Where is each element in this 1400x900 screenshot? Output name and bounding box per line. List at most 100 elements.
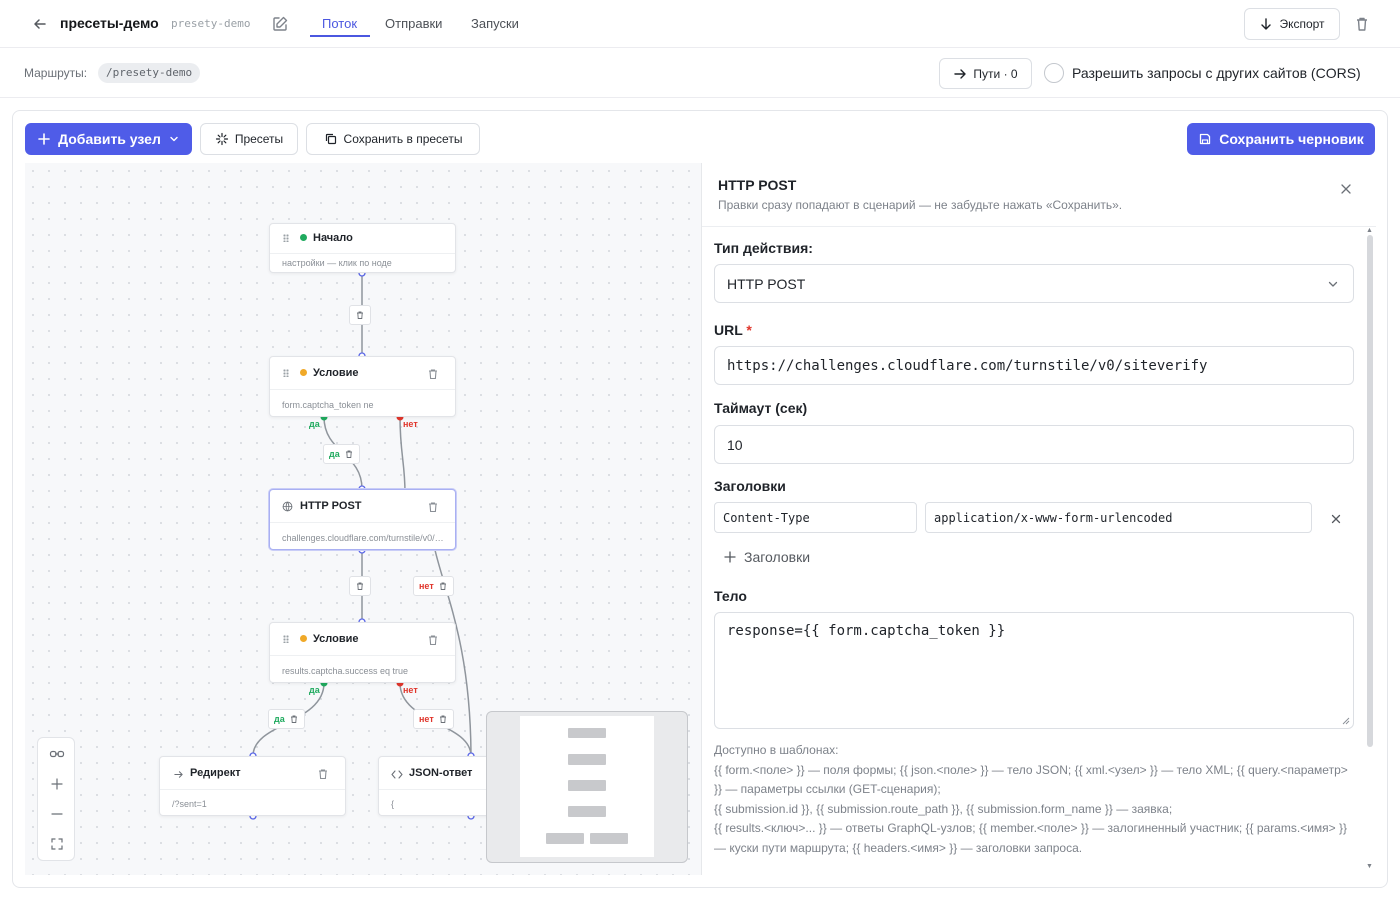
- code-icon: [391, 770, 403, 779]
- node-title: Условие: [313, 633, 359, 645]
- node-title: Начало: [313, 232, 353, 244]
- minimap[interactable]: [486, 711, 688, 863]
- edge-yes-label: да: [329, 449, 340, 459]
- flow-canvas[interactable]: да нет да нет да нет да нет Начало настр…: [25, 163, 701, 875]
- panel-scrollbar[interactable]: [1367, 235, 1373, 747]
- fit-link-icon[interactable]: [47, 744, 67, 764]
- node-subtitle: challenges.cloudflare.com/turnstile/v0/s…: [282, 533, 444, 543]
- route-path-chip[interactable]: /presety-demo: [98, 63, 201, 83]
- node-header: Условие: [270, 623, 455, 656]
- save-draft-button[interactable]: Сохранить черновик: [1187, 123, 1375, 155]
- branch-no-label: нет: [403, 685, 418, 695]
- arrow-down-icon: [1261, 18, 1272, 30]
- scroll-down-icon[interactable]: ▼: [1366, 863, 1373, 870]
- node-trash-icon[interactable]: [426, 633, 440, 647]
- back-arrow-icon[interactable]: [30, 14, 50, 34]
- url-value: https://challenges.cloudflare.com/turnst…: [727, 357, 1208, 374]
- trash-icon: [439, 582, 446, 590]
- flow-node-http-post[interactable]: HTTP POST challenges.cloudflare.com/turn…: [269, 489, 456, 550]
- edge-yes-chip[interactable]: да: [268, 709, 305, 729]
- edge-delete-chip[interactable]: [349, 576, 371, 596]
- url-label: URL *: [714, 322, 752, 338]
- tab-submissions[interactable]: Отправки: [385, 16, 442, 31]
- timeout-input[interactable]: 10: [714, 425, 1354, 464]
- edge-delete-chip[interactable]: [349, 305, 371, 325]
- presets-button[interactable]: Пресеты: [200, 123, 298, 155]
- help-line: {{ submission.id }}, {{ submission.route…: [714, 801, 1173, 816]
- drag-handle-icon[interactable]: [283, 635, 289, 643]
- close-icon[interactable]: [1336, 179, 1356, 199]
- resize-handle-icon[interactable]: [1342, 717, 1350, 725]
- minimap-node: [546, 833, 584, 844]
- url-input[interactable]: https://challenges.cloudflare.com/turnst…: [714, 346, 1354, 385]
- zoom-controls: [37, 737, 75, 861]
- edge-no-label: нет: [419, 581, 434, 591]
- add-header-button[interactable]: Заголовки: [724, 549, 810, 565]
- tab-flow[interactable]: Поток: [322, 16, 357, 31]
- header-value-input[interactable]: application/x-www-form-urlencoded: [925, 502, 1312, 533]
- edit-icon[interactable]: [270, 14, 290, 34]
- cors-checkbox[interactable]: [1044, 63, 1064, 83]
- drag-handle-icon[interactable]: [283, 234, 289, 242]
- action-type-select[interactable]: HTTP POST: [714, 264, 1354, 303]
- zoom-out-icon[interactable]: [47, 804, 67, 824]
- node-trash-icon[interactable]: [426, 500, 440, 514]
- trash-icon: [357, 582, 363, 590]
- minimap-node: [568, 754, 606, 765]
- delete-project-trash-icon[interactable]: [1352, 14, 1372, 34]
- body-label: Тело: [714, 588, 747, 604]
- header-key-input[interactable]: Content-Type: [714, 502, 917, 533]
- cors-label: Разрешить запросы с других сайтов (CORS): [1072, 65, 1361, 81]
- globe-icon: [282, 501, 293, 512]
- node-subtitle: {: [391, 799, 395, 809]
- node-header: Начало: [270, 224, 455, 254]
- trash-icon: [290, 715, 297, 723]
- zoom-in-icon[interactable]: [47, 774, 67, 794]
- minimap-node: [568, 728, 606, 738]
- header-key: Content-Type: [723, 510, 810, 525]
- body-textarea[interactable]: response={{ form.captcha_token }}: [714, 612, 1354, 729]
- node-header: Условие: [270, 357, 455, 390]
- node-trash-icon[interactable]: [316, 767, 330, 781]
- branch-yes-label: да: [309, 419, 320, 429]
- help-line: {{ form.<поле> }} — поля формы; {{ json.…: [714, 762, 1348, 797]
- edge-no-label: нет: [419, 714, 434, 724]
- headers-label: Заголовки: [714, 478, 786, 494]
- template-help: Доступно в шаблонах: {{ form.<поле> }} —…: [714, 741, 1354, 858]
- branch-no-label: нет: [403, 419, 418, 429]
- project-title: пресеты-демо: [60, 15, 159, 31]
- remove-header-icon[interactable]: [1326, 509, 1346, 529]
- copy-icon: [325, 133, 336, 145]
- paths-button[interactable]: Пути · 0: [939, 58, 1032, 89]
- drag-handle-icon[interactable]: [283, 369, 289, 377]
- flow-node-condition[interactable]: Условие form.captcha_token ne: [269, 356, 456, 417]
- required-mark: *: [746, 322, 752, 338]
- scroll-up-icon[interactable]: ▲: [1366, 227, 1373, 234]
- panel-subtitle: Правки сразу попадают в сценарий — не за…: [718, 198, 1123, 212]
- minimap-node: [590, 833, 628, 844]
- node-trash-icon[interactable]: [426, 367, 440, 381]
- chevron-down-icon: [1328, 281, 1338, 287]
- fullscreen-icon[interactable]: [47, 834, 67, 854]
- flow-node-start[interactable]: Начало настройки — клик по ноде: [269, 223, 456, 273]
- routes-label: Маршруты:: [24, 66, 88, 80]
- minimap-viewport[interactable]: [520, 716, 654, 857]
- node-subtitle: form.captcha_token ne: [282, 400, 374, 410]
- action-type-value: HTTP POST: [727, 275, 806, 292]
- edge-no-chip[interactable]: нет: [413, 576, 454, 596]
- action-type-label: Тип действия:: [714, 240, 813, 256]
- url-label-text: URL: [714, 322, 743, 338]
- edge-no-chip[interactable]: нет: [413, 709, 454, 729]
- flow-node-condition[interactable]: Условие results.captcha.success eq true: [269, 622, 456, 683]
- add-node-button[interactable]: Добавить узел: [25, 123, 192, 155]
- plus-icon: [724, 551, 736, 563]
- add-node-label: Добавить узел: [58, 131, 161, 147]
- paths-label: Пути · 0: [973, 66, 1018, 81]
- trash-icon: [439, 715, 446, 723]
- export-button[interactable]: Экспорт: [1244, 8, 1340, 40]
- status-dot: [300, 635, 307, 642]
- save-to-presets-button[interactable]: Сохранить в пресеты: [306, 123, 480, 155]
- flow-node-redirect[interactable]: Редирект /?sent=1: [159, 756, 346, 816]
- edge-yes-chip[interactable]: да: [323, 444, 360, 464]
- tab-runs[interactable]: Запуски: [471, 16, 519, 31]
